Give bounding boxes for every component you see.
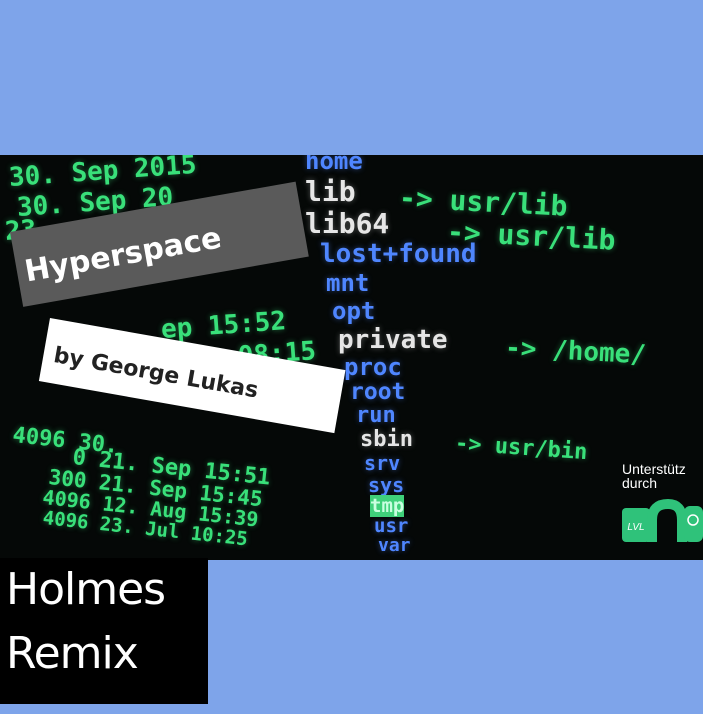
remix-line-2: Remix [6, 628, 139, 679]
lvl-logo-icon: LVL [622, 498, 703, 542]
terminal-dir: usr [374, 515, 409, 537]
support-badge: Unterstütz durch LVL [622, 462, 703, 552]
logo-text: LVL [627, 522, 644, 533]
terminal-dir: opt [332, 297, 376, 325]
terminal-dir: mnt [326, 269, 370, 297]
terminal-dir: private [338, 325, 448, 355]
remix-label: Holmes Remix [0, 558, 208, 704]
terminal-dir: root [350, 379, 406, 405]
terminal-link: -> usr/bin [454, 431, 589, 466]
support-text-line-2: durch [622, 475, 658, 491]
support-text-line-1: Unterstütz [622, 461, 686, 477]
terminal-link: -> /home/ [504, 333, 647, 371]
terminal-dir: lib64 [305, 207, 390, 240]
terminal-dir: srv [364, 451, 401, 475]
terminal-dir: sbin [360, 427, 413, 452]
terminal-dir: tmp [370, 495, 405, 517]
terminal-dir: var [378, 535, 411, 556]
terminal-dir: lib [305, 175, 356, 208]
terminal-dir: run [356, 403, 396, 428]
terminal-dir: proc [344, 353, 402, 381]
remix-line-1: Holmes [6, 564, 166, 615]
terminal-dir: home [305, 155, 363, 175]
terminal-dir: sys [368, 473, 405, 497]
